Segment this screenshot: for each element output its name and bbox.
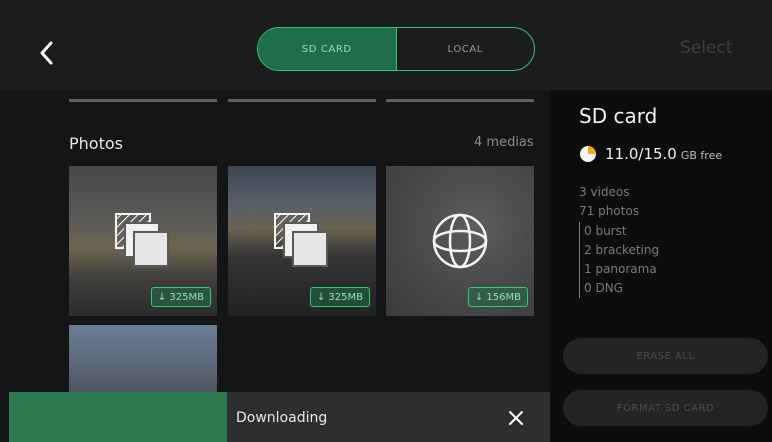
panorama-count: 1 panorama <box>584 262 657 276</box>
bracketing-count: 2 bracketing <box>584 243 660 257</box>
download-size-badge[interactable]: ↓ 156MB <box>467 287 528 307</box>
media-thumbnail[interactable]: ↓ 156MB <box>386 166 534 316</box>
close-icon[interactable] <box>508 410 524 426</box>
storage-value: 11.0/15.0 <box>605 145 677 163</box>
prev-row-thumb-edge <box>69 99 217 102</box>
panorama-sphere-icon <box>432 213 488 269</box>
burst-count: 0 burst <box>584 224 627 238</box>
download-size-badge[interactable]: ↓ 325MB <box>150 287 211 307</box>
burst-stack-icon <box>115 213 169 267</box>
prev-row-thumb-edge <box>228 99 376 102</box>
storage-pie-icon <box>580 146 596 162</box>
storage-summary: 11.0/15.0 GB free <box>579 145 722 163</box>
videos-count: 3 videos <box>579 185 630 199</box>
erase-all-button[interactable]: ERASE ALL <box>563 338 768 374</box>
media-thumbnail[interactable] <box>69 325 217 392</box>
photo-type-breakdown: 0 burst 2 bracketing 1 panorama 0 DNG <box>579 222 659 298</box>
prev-row-thumb-edge <box>386 99 534 102</box>
media-stats: 3 videos 71 photos <box>579 183 639 221</box>
media-count: 4 medias <box>474 135 534 150</box>
tab-sd-card[interactable]: SD CARD <box>258 28 397 70</box>
media-thumbnail[interactable]: ↓ 325MB <box>228 166 376 316</box>
storage-unit: GB free <box>680 148 723 162</box>
select-button[interactable]: Select <box>680 38 732 58</box>
section-title: Photos <box>69 134 123 153</box>
format-sd-card-button[interactable]: FORMAT SD CARD <box>563 390 768 426</box>
photos-count: 71 photos <box>579 204 639 218</box>
burst-stack-icon <box>274 213 328 267</box>
dng-count: 0 DNG <box>584 281 623 295</box>
panel-title: SD card <box>579 104 658 128</box>
back-arrow-icon[interactable] <box>36 40 58 66</box>
tab-local[interactable]: LOCAL <box>397 28 535 70</box>
storage-tab-switch: SD CARD LOCAL <box>257 27 535 71</box>
download-progress-fill <box>9 392 227 442</box>
download-size-badge[interactable]: ↓ 325MB <box>309 287 370 307</box>
download-status-label: Downloading <box>236 410 328 426</box>
media-thumbnail[interactable]: ↓ 325MB <box>69 166 217 316</box>
